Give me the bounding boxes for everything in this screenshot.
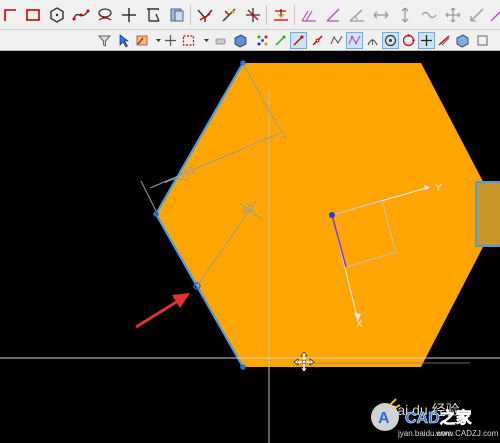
- sketch-toolbar: [0, 0, 500, 30]
- horizontal-arrows-icon[interactable]: [370, 4, 392, 26]
- snap-endpoint-toggle[interactable]: [290, 32, 307, 49]
- move-point-icon[interactable]: [442, 4, 464, 26]
- vertical-arrows-icon[interactable]: [394, 4, 416, 26]
- snap-arc-center-icon[interactable]: [364, 32, 381, 49]
- ellipse-icon[interactable]: [94, 4, 116, 26]
- snap-existing-point-toggle[interactable]: [418, 32, 435, 49]
- quick-extend-icon[interactable]: [218, 4, 240, 26]
- snap-intersection-toggle[interactable]: [346, 32, 363, 49]
- snap-midpoint-icon[interactable]: [309, 32, 326, 49]
- quick-trim-icon[interactable]: [194, 4, 216, 26]
- profile-icon[interactable]: [0, 4, 22, 26]
- polygon-icon[interactable]: [46, 4, 68, 26]
- snap-point-on-curve-icon[interactable]: [436, 32, 453, 49]
- fillet-icon[interactable]: [270, 4, 292, 26]
- mirror-curve-icon[interactable]: [322, 4, 344, 26]
- snap-circle-center-toggle[interactable]: [382, 32, 399, 49]
- move-curve-icon[interactable]: [418, 4, 440, 26]
- solid-body-icon[interactable]: [232, 32, 249, 49]
- offset-curve-icon[interactable]: [142, 4, 164, 26]
- snap-tangent-icon[interactable]: [272, 32, 289, 49]
- selection-toolbar: 装配 ▼: [0, 30, 500, 79]
- chamfer-icon[interactable]: [298, 4, 320, 26]
- select-cursor-icon[interactable]: [116, 32, 133, 49]
- angle-constraint-icon[interactable]: [346, 4, 368, 26]
- eraser-icon[interactable]: [212, 32, 229, 49]
- resize-icon[interactable]: [466, 4, 488, 26]
- csys-x-label: X: [356, 319, 363, 330]
- rectangle-icon[interactable]: [22, 4, 44, 26]
- snap-quadrant-icon[interactable]: [400, 32, 417, 49]
- rectangle-select-icon[interactable]: [180, 32, 197, 49]
- snap-control-point-icon[interactable]: [328, 32, 345, 49]
- pattern-curve-icon[interactable]: [166, 4, 188, 26]
- cad-url-text: www.CADZJ.com: [435, 429, 499, 438]
- csys-y-label: Y: [435, 183, 442, 194]
- snap-bounded-icon[interactable]: [474, 32, 491, 49]
- make-corner-icon[interactable]: [242, 4, 264, 26]
- studio-spline-icon[interactable]: [70, 4, 92, 26]
- snap-face-icon[interactable]: [454, 32, 471, 49]
- more-tools-icon[interactable]: [486, 4, 500, 26]
- point-icon[interactable]: [118, 4, 140, 26]
- partial-body[interactable]: [475, 181, 500, 247]
- vertex-bottom[interactable]: [240, 364, 246, 370]
- vertex-left[interactable]: [153, 211, 159, 217]
- snap-point-icon[interactable]: [162, 32, 179, 49]
- type-filter-icon[interactable]: [134, 32, 151, 49]
- snap-endpoint-icon[interactable]: [254, 32, 271, 49]
- graphics-viewport[interactable]: R3 A2 Y X A Bai du 经验 CAD之家 jyan.baidu.c…: [0, 51, 500, 443]
- filter-icon[interactable]: [96, 32, 113, 49]
- cad-site-text: CAD之家: [405, 408, 473, 427]
